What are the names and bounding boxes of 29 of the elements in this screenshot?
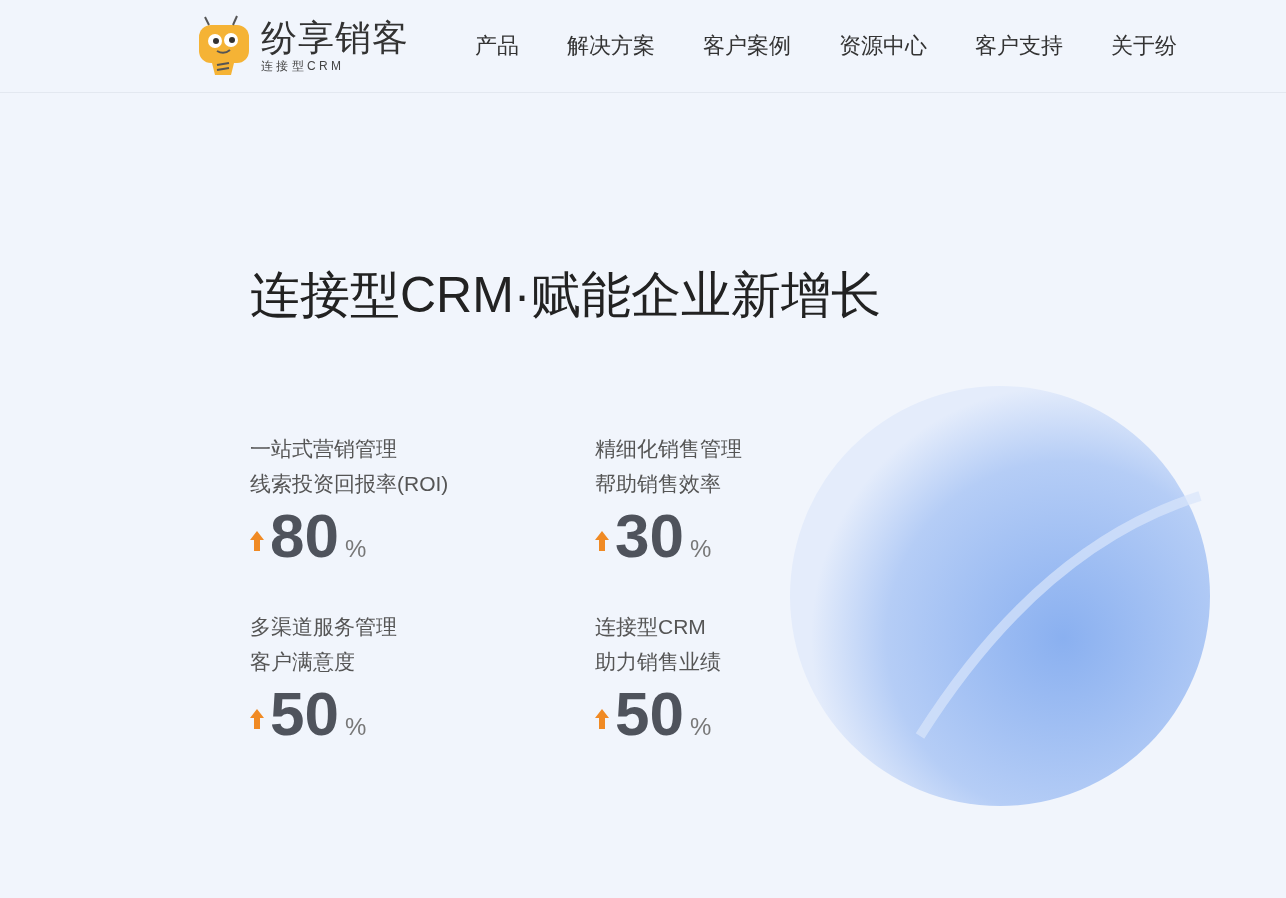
stat-unit: % — [689, 713, 712, 741]
stat-unit: % — [344, 535, 367, 563]
arrow-up-icon — [595, 709, 609, 729]
stat-label: 连接型CRM — [595, 614, 707, 640]
nav-link[interactable]: 资源中心 — [839, 31, 927, 61]
stat-value: 30 — [615, 503, 684, 569]
stat-label: 精细化销售管理 — [595, 436, 743, 462]
hero-title: 连接型CRM·赋能企业新增长 — [250, 266, 882, 325]
stat-label: 客户满意度 — [250, 649, 356, 675]
arrow-up-icon — [595, 531, 609, 551]
stat-label: 帮助销售效率 — [595, 471, 722, 497]
stat-label: 助力销售业绩 — [595, 649, 722, 675]
logo-name: 纷享销客 — [261, 18, 409, 58]
stat-label: 线索投资回报率(ROI) — [250, 471, 450, 497]
stat-value: 80 — [270, 503, 339, 569]
stat-value: 50 — [270, 681, 339, 747]
nav-link[interactable]: 客户支持 — [975, 31, 1063, 61]
stat-label: 多渠道服务管理 — [250, 614, 398, 640]
stat-unit: % — [344, 713, 367, 741]
nav-link[interactable]: 解决方案 — [567, 31, 655, 61]
stat-value: 50 — [615, 681, 684, 747]
arrow-up-icon — [250, 709, 264, 729]
logo-tagline: 连 接 型 C R M — [261, 58, 342, 74]
arrow-up-icon — [250, 531, 264, 551]
stat-unit: % — [689, 535, 712, 563]
nav-link[interactable]: 关于纷 — [1111, 31, 1177, 61]
nav-link[interactable]: 产品 — [475, 31, 519, 61]
nav-link[interactable]: 客户案例 — [703, 31, 791, 61]
stat-label: 一站式营销管理 — [250, 436, 398, 462]
